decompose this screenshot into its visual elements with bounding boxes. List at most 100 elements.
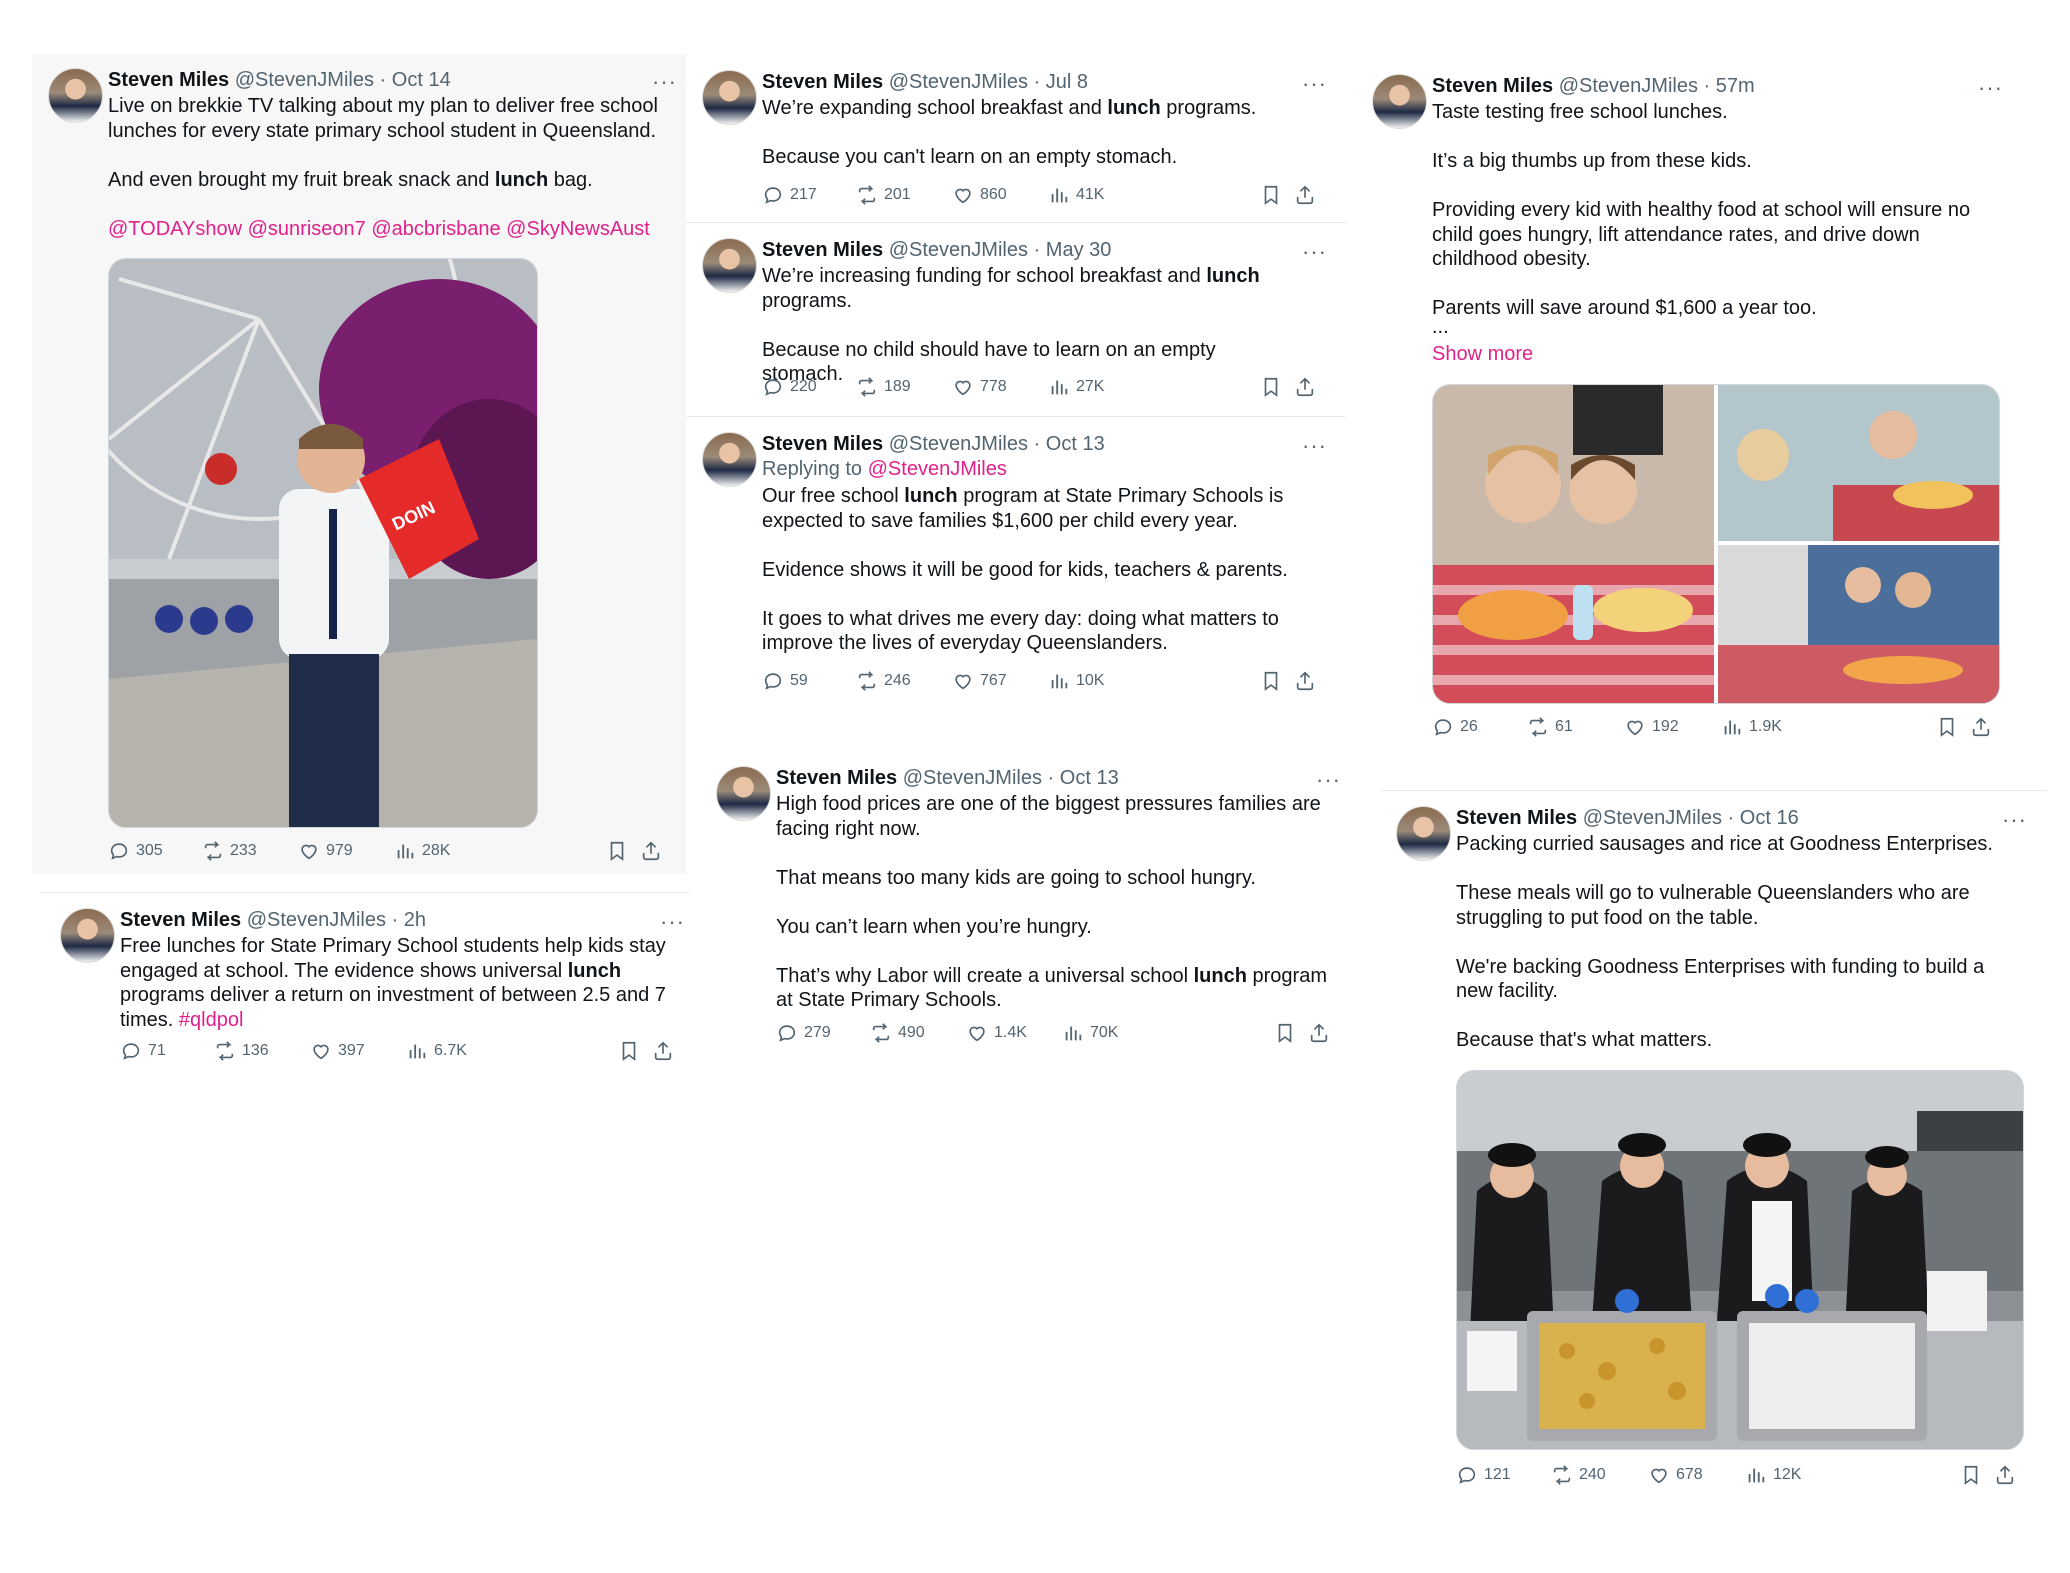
show-more-link[interactable]: Show more (1432, 342, 1533, 367)
like-button[interactable]: 678 (1648, 1464, 1703, 1486)
repost-button[interactable]: 246 (856, 670, 911, 692)
share-icon[interactable] (1970, 716, 1992, 738)
author-handle[interactable]: @StevenJMiles (1559, 75, 1698, 97)
tweet-time[interactable]: May 30 (1046, 239, 1112, 261)
repost-button[interactable]: 490 (870, 1022, 925, 1044)
author-handle[interactable]: @StevenJMiles (235, 69, 374, 91)
bookmark-icon[interactable] (1260, 184, 1282, 206)
like-button[interactable]: 767 (952, 670, 1007, 692)
share-icon[interactable] (1294, 670, 1316, 692)
bookmark-icon[interactable] (1960, 1464, 1982, 1486)
share-icon[interactable] (1294, 376, 1316, 398)
bookmark-icon[interactable] (1260, 376, 1282, 398)
views-button[interactable]: 27K (1048, 376, 1104, 398)
reply-button[interactable]: 59 (762, 670, 808, 692)
avatar[interactable] (1372, 74, 1427, 129)
views-button[interactable]: 28K (394, 840, 450, 862)
author-name[interactable]: Steven Miles (762, 239, 883, 261)
tweet-time[interactable]: 57m (1716, 75, 1755, 97)
author-handle[interactable]: @StevenJMiles (1583, 807, 1722, 829)
tweet-card[interactable]: Steven Miles @StevenJMiles · 57m ··· Tas… (1356, 60, 2036, 750)
tweet-time[interactable]: Oct 14 (392, 69, 451, 91)
reply-button[interactable]: 220 (762, 376, 817, 398)
bookmark-icon[interactable] (1260, 670, 1282, 692)
avatar[interactable] (1396, 806, 1451, 861)
more-options-icon[interactable]: ··· (1302, 435, 1327, 457)
author-handle[interactable]: @StevenJMiles (247, 909, 386, 931)
repost-button[interactable]: 189 (856, 376, 911, 398)
tweet-time[interactable]: Jul 8 (1046, 71, 1088, 93)
tweet-time[interactable]: 2h (404, 909, 426, 931)
bookmark-icon[interactable] (618, 1040, 640, 1062)
reply-button[interactable]: 71 (120, 1040, 166, 1062)
views-button[interactable]: 41K (1048, 184, 1104, 206)
reply-button[interactable]: 305 (108, 840, 163, 862)
tweet-card[interactable]: Steven Miles @StevenJMiles · Oct 13 ··· … (700, 752, 1360, 1062)
avatar[interactable] (716, 766, 771, 821)
tweet-card[interactable]: Steven Miles @StevenJMiles · Jul 8 ··· W… (686, 56, 1346, 222)
like-button[interactable]: 1.4K (966, 1022, 1027, 1044)
share-icon[interactable] (652, 1040, 674, 1062)
tweet-card[interactable]: Steven Miles @StevenJMiles · Oct 16 ··· … (1380, 792, 2060, 1492)
repost-button[interactable]: 61 (1527, 716, 1573, 738)
tweet-time[interactable]: Oct 13 (1060, 767, 1119, 789)
tweet-card[interactable]: Steven Miles @StevenJMiles · May 30 ··· … (686, 224, 1346, 414)
like-button[interactable]: 860 (952, 184, 1007, 206)
repost-button[interactable]: 201 (856, 184, 911, 206)
like-button[interactable]: 397 (310, 1040, 365, 1062)
author-handle[interactable]: @StevenJMiles (889, 71, 1028, 93)
repost-button[interactable]: 240 (1551, 1464, 1606, 1486)
avatar[interactable] (48, 68, 103, 123)
author-name[interactable]: Steven Miles (762, 71, 883, 93)
bookmark-icon[interactable] (1936, 716, 1958, 738)
tweet-time[interactable]: Oct 16 (1740, 807, 1799, 829)
share-icon[interactable] (640, 840, 662, 862)
mention-link[interactable]: @sunriseon7 (248, 218, 366, 240)
reply-button[interactable]: 121 (1456, 1464, 1511, 1486)
tweet-time[interactable]: Oct 13 (1046, 433, 1105, 455)
author-handle[interactable]: @StevenJMiles (889, 239, 1028, 261)
avatar[interactable] (60, 908, 115, 963)
like-button[interactable]: 192 (1624, 716, 1679, 738)
author-name[interactable]: Steven Miles (776, 767, 897, 789)
tweet-card[interactable]: Steven Miles @StevenJMiles · Oct 13 ··· … (686, 418, 1346, 714)
author-name[interactable]: Steven Miles (762, 433, 883, 455)
more-options-icon[interactable]: ··· (1302, 73, 1327, 95)
share-icon[interactable] (1308, 1022, 1330, 1044)
reply-button[interactable]: 279 (776, 1022, 831, 1044)
share-icon[interactable] (1294, 184, 1316, 206)
avatar[interactable] (702, 238, 757, 293)
more-options-icon[interactable]: ··· (2002, 809, 2027, 831)
avatar[interactable] (702, 70, 757, 125)
mention-link[interactable]: @SkyNewsAust (506, 218, 650, 240)
author-name[interactable]: Steven Miles (108, 69, 229, 91)
share-icon[interactable] (1994, 1464, 2016, 1486)
tweet-image[interactable]: DOIN (108, 258, 538, 828)
like-button[interactable]: 778 (952, 376, 1007, 398)
more-options-icon[interactable]: ··· (660, 911, 685, 933)
author-name[interactable]: Steven Miles (1432, 75, 1553, 97)
author-name[interactable]: Steven Miles (1456, 807, 1577, 829)
avatar[interactable] (702, 432, 757, 487)
repost-button[interactable]: 136 (214, 1040, 269, 1062)
more-options-icon[interactable]: ··· (652, 71, 677, 93)
more-options-icon[interactable]: ··· (1316, 769, 1341, 791)
tweet-card[interactable]: Steven Miles @StevenJMiles · Oct 14 ··· … (32, 54, 686, 874)
views-button[interactable]: 12K (1745, 1464, 1801, 1486)
reply-button[interactable]: 26 (1432, 716, 1478, 738)
tweet-image[interactable] (1432, 384, 2000, 704)
hashtag-link[interactable]: #qldpol (179, 1009, 244, 1031)
views-button[interactable]: 6.7K (406, 1040, 467, 1062)
tweet-image[interactable] (1456, 1070, 2024, 1450)
mention-link[interactable]: @TODAYshow (108, 218, 242, 240)
author-handle[interactable]: @StevenJMiles (903, 767, 1042, 789)
bookmark-icon[interactable] (1274, 1022, 1296, 1044)
views-button[interactable]: 10K (1048, 670, 1104, 692)
tweet-card[interactable]: Steven Miles @StevenJMiles · 2h ··· Free… (44, 894, 694, 1084)
views-button[interactable]: 70K (1062, 1022, 1118, 1044)
replying-to-handle[interactable]: @StevenJMiles (868, 458, 1007, 480)
author-handle[interactable]: @StevenJMiles (889, 433, 1028, 455)
more-options-icon[interactable]: ··· (1978, 77, 2003, 99)
views-button[interactable]: 1.9K (1721, 716, 1782, 738)
more-options-icon[interactable]: ··· (1302, 241, 1327, 263)
